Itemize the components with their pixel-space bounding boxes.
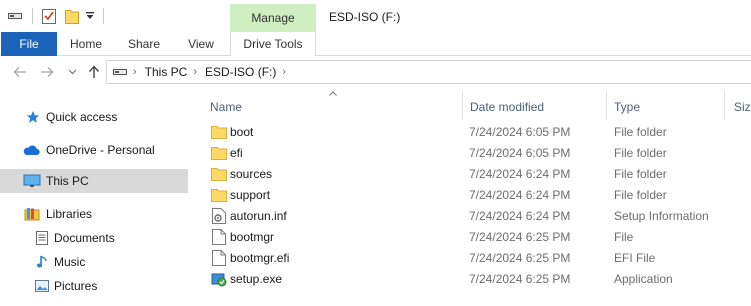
folder-icon [211, 145, 227, 161]
file-icon [211, 229, 227, 245]
nav-item-label: Documents [54, 231, 115, 245]
chevron-right-icon[interactable]: › [193, 66, 197, 78]
tab-view[interactable]: View [173, 32, 229, 56]
nav-item-label: Libraries [46, 207, 93, 221]
file-type: File [614, 230, 634, 244]
file-type: File folder [614, 146, 667, 160]
column-divider[interactable] [606, 90, 607, 120]
star-icon [24, 109, 42, 125]
file-icon [211, 250, 227, 266]
column-header-name[interactable]: Name [210, 94, 242, 120]
column-divider[interactable] [462, 90, 463, 120]
documents-icon [33, 230, 51, 246]
file-name: sources [230, 167, 273, 181]
file-row[interactable]: efi 7/24/2024 6:05 PM File folder [196, 142, 751, 163]
file-type: EFI File [614, 251, 656, 265]
column-header-date-modified[interactable]: Date modified [470, 94, 544, 120]
folder-icon [211, 166, 227, 182]
back-arrow-icon[interactable] [12, 63, 28, 81]
file-date: 7/24/2024 6:24 PM [469, 167, 571, 181]
file-row[interactable]: bootmgr 7/24/2024 6:25 PM File [196, 226, 751, 247]
toolbar-divider [32, 8, 33, 24]
nav-item-pictures[interactable]: Pictures [0, 274, 188, 298]
file-name: support [230, 188, 271, 202]
file-type: File folder [614, 188, 667, 202]
column-header-type[interactable]: Type [614, 94, 640, 120]
file-date: 7/24/2024 6:25 PM [469, 272, 571, 286]
file-name: setup.exe [230, 272, 283, 286]
monitor-icon [23, 173, 41, 189]
up-arrow-icon[interactable] [86, 63, 102, 81]
file-row[interactable]: setup.exe 7/24/2024 6:25 PM Application [196, 268, 751, 289]
tab-file[interactable]: File [1, 32, 57, 56]
nav-item-label: Music [54, 255, 86, 269]
file-date: 7/24/2024 6:24 PM [469, 188, 571, 202]
window-title: ESD-ISO (F:) [329, 10, 401, 24]
tab-share[interactable]: Share [115, 32, 173, 56]
file-date: 7/24/2024 6:05 PM [469, 146, 571, 160]
file-name: bootmgr [230, 230, 275, 244]
file-date: 7/24/2024 6:05 PM [469, 125, 571, 139]
libraries-icon [23, 206, 41, 222]
file-row[interactable]: boot 7/24/2024 6:05 PM File folder [196, 121, 751, 142]
toolbar-divider [103, 8, 104, 24]
breadcrumb-drive[interactable]: ESD-ISO (F:) [205, 65, 276, 79]
new-folder-icon[interactable] [65, 7, 79, 25]
folder-icon [211, 187, 227, 203]
file-list: Name Date modified Type Size boot 7/24/2… [196, 88, 751, 306]
manage-context-tab[interactable]: Manage [230, 4, 316, 32]
column-header-size[interactable]: Size [734, 94, 751, 120]
chevron-right-icon[interactable]: › [282, 66, 286, 78]
recent-locations-chevron-icon[interactable] [65, 63, 79, 81]
file-type: Setup Information [614, 209, 709, 223]
file-name: bootmgr.efi [230, 251, 290, 265]
file-type: File folder [614, 167, 667, 181]
navigation-pane: Quick access OneDrive - Personal This PC… [0, 88, 188, 306]
sort-ascending-icon [329, 88, 337, 98]
nav-item-onedrive[interactable]: OneDrive - Personal [0, 138, 188, 162]
nav-item-libraries[interactable]: Libraries [0, 202, 188, 226]
setup-exe-icon [211, 271, 227, 287]
address-toolbar: › This PC › ESD-ISO (F:) › [0, 57, 751, 87]
ribbon-tabs: File Home Share View Drive Tools [0, 32, 751, 56]
file-date: 7/24/2024 6:25 PM [469, 251, 571, 265]
file-type: File folder [614, 125, 667, 139]
address-bar[interactable]: › This PC › ESD-ISO (F:) › [106, 60, 751, 84]
properties-icon[interactable] [42, 7, 56, 25]
nav-item-music[interactable]: Music [0, 250, 188, 274]
file-row[interactable]: autorun.inf 7/24/2024 6:24 PM Setup Info… [196, 205, 751, 226]
file-row[interactable]: sources 7/24/2024 6:24 PM File folder [196, 163, 751, 184]
folder-icon [211, 124, 227, 140]
chevron-right-icon[interactable]: › [133, 66, 137, 78]
file-row[interactable]: bootmgr.efi 7/24/2024 6:25 PM EFI File [196, 247, 751, 268]
tab-drive-tools[interactable]: Drive Tools [230, 32, 316, 56]
cloud-icon [22, 142, 40, 158]
file-date: 7/24/2024 6:25 PM [469, 230, 571, 244]
file-row[interactable]: support 7/24/2024 6:24 PM File folder [196, 184, 751, 205]
file-type: Application [614, 272, 673, 286]
nav-item-label: This PC [46, 174, 89, 188]
pictures-icon [33, 278, 51, 294]
drive-icon[interactable] [8, 7, 22, 25]
column-divider[interactable] [724, 90, 725, 120]
file-date: 7/24/2024 6:24 PM [469, 209, 571, 223]
nav-item-quick-access[interactable]: Quick access [0, 105, 188, 129]
file-name: boot [230, 125, 254, 139]
customize-dropdown-icon[interactable] [85, 7, 95, 25]
nav-item-label: Quick access [46, 110, 118, 124]
file-name: autorun.inf [230, 209, 287, 223]
setup-info-icon [211, 208, 227, 224]
music-icon [33, 254, 51, 270]
file-name: efi [230, 146, 243, 160]
nav-item-documents[interactable]: Documents [0, 226, 188, 250]
drive-icon [113, 67, 127, 77]
nav-item-label: OneDrive - Personal [46, 143, 155, 157]
tab-home[interactable]: Home [57, 32, 115, 56]
forward-arrow-icon[interactable] [39, 63, 55, 81]
nav-item-this-pc[interactable]: This PC [0, 169, 188, 193]
breadcrumb-this-pc[interactable]: This PC [145, 65, 188, 79]
title-bar: Manage ESD-ISO (F:) [0, 0, 751, 32]
nav-item-label: Pictures [54, 279, 98, 293]
